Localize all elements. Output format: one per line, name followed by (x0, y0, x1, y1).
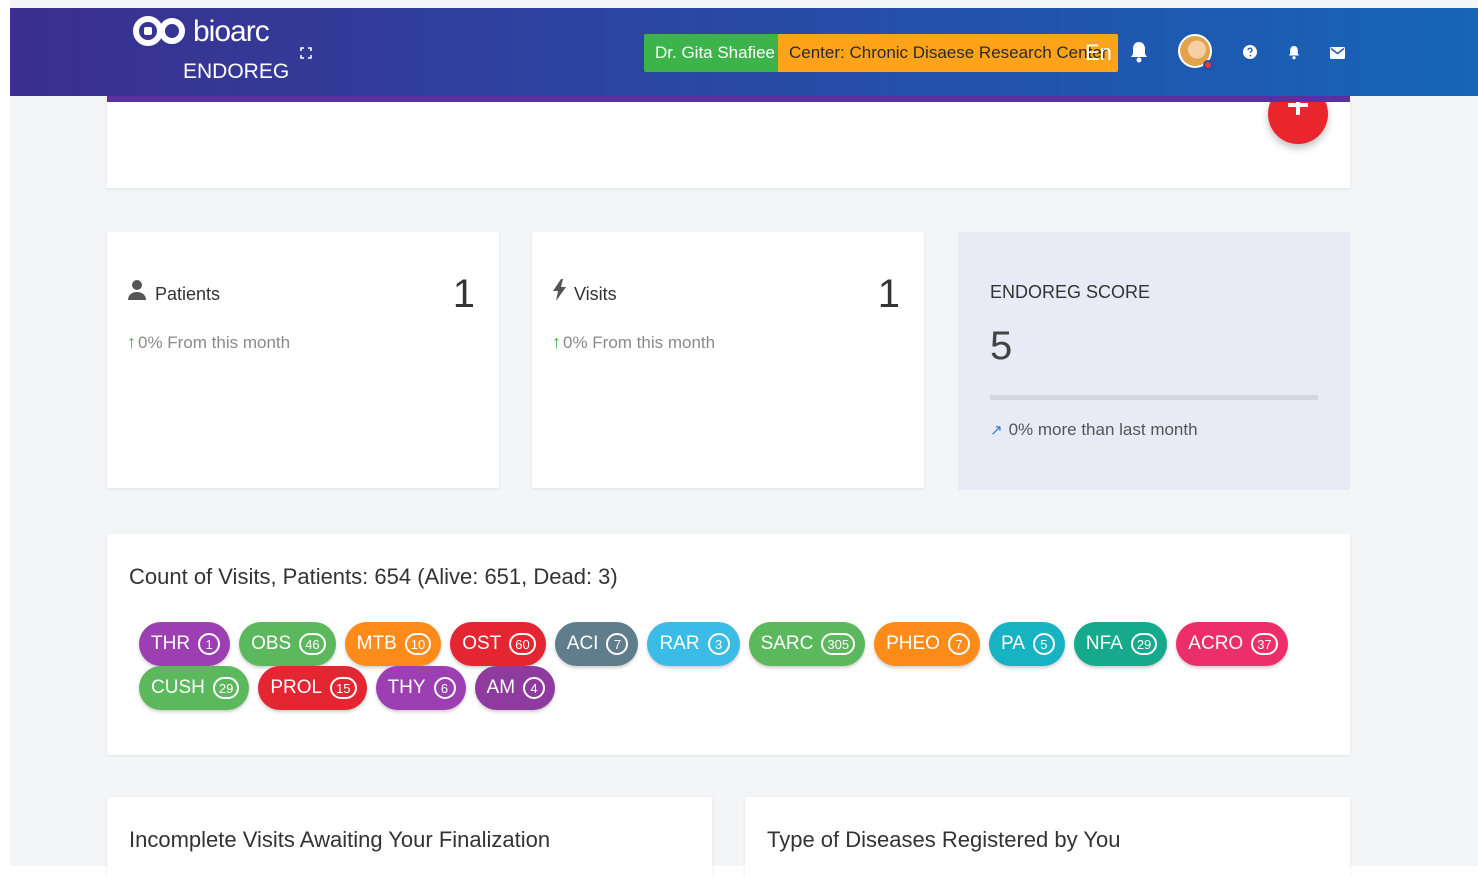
patients-value: 1 (452, 272, 475, 316)
chip-count-badge: 46 (299, 633, 326, 655)
score-title: ENDOREG SCORE (990, 282, 1151, 302)
logo-subtitle: ENDOREG (183, 60, 290, 83)
endoreg-score-card: ENDOREG SCORE 5 ↗ 0% more than last month (958, 232, 1350, 490)
visits-count-title: Count of Visits, Patients: 654 (Alive: 6… (129, 564, 618, 589)
patients-stat-card: Patients 1 ↑ 0% From this month (107, 232, 499, 488)
chip-label: THY (387, 677, 426, 698)
chip-count-badge: 1 (198, 633, 221, 655)
chip-count-badge: 29 (212, 677, 240, 699)
disease-types-card: Type of Diseases Registered by You (745, 797, 1350, 877)
chip-row-1: THR 1 OBS 46 MTB 10 OST 60 ACI 7 RAR 3 SARC 305 PHEO 7 P… (139, 622, 1288, 666)
disease-chip-pa[interactable]: PA 5 (988, 622, 1065, 666)
score-progress-bar (990, 395, 1318, 400)
disease-chip-thr[interactable]: THR 1 (139, 622, 231, 666)
chip-count-badge: 5 (1032, 633, 1055, 655)
chip-label: RAR (659, 633, 700, 654)
disease-chip-mtb[interactable]: MTB 10 (344, 622, 442, 666)
alerts-bell-icon[interactable] (1288, 45, 1300, 60)
top-panel (107, 96, 1350, 188)
chip-label: THR (151, 633, 191, 654)
language-switch[interactable]: En (1085, 40, 1112, 66)
chip-label: ACRO (1188, 633, 1244, 654)
chip-label: ACI (566, 633, 599, 654)
chip-label: NFA (1085, 633, 1123, 654)
chip-label: OBS (251, 633, 292, 654)
chip-count-badge: 7 (606, 633, 629, 655)
chip-count-badge: 29 (1130, 633, 1158, 655)
disease-types-title: Type of Diseases Registered by You (767, 827, 1121, 852)
disease-chip-aci[interactable]: ACI 7 (554, 622, 639, 666)
disease-chip-obs[interactable]: OBS 46 (239, 622, 336, 666)
visits-count-card: Count of Visits, Patients: 654 (Alive: 6… (107, 534, 1350, 755)
navbar-accent-strip (107, 96, 1350, 102)
logo-text: bioarc (193, 15, 270, 48)
chip-count-badge: 3 (707, 633, 730, 655)
chip-count-badge: 7 (947, 633, 970, 655)
chip-count-badge: 305 (821, 633, 856, 655)
chip-label: AM (486, 677, 516, 698)
disease-chip-cush[interactable]: CUSH 29 (139, 666, 250, 710)
center-badge[interactable]: Center: Chronic Disaese Research Center (778, 34, 1119, 72)
visits-label: Visits (574, 284, 617, 304)
chip-count-badge: 6 (433, 677, 456, 699)
disease-chip-nfa[interactable]: NFA 29 (1073, 622, 1168, 666)
disease-chip-rar[interactable]: RAR 3 (647, 622, 740, 666)
online-status-dot (1203, 60, 1213, 70)
chip-count-badge: 15 (330, 677, 357, 699)
disease-chip-prol[interactable]: PROL 15 (258, 666, 367, 710)
chip-label: OST (462, 633, 502, 654)
patients-trend-text: 0% From this month (138, 333, 291, 352)
disease-chip-pheo[interactable]: PHEO 7 (874, 622, 980, 666)
chip-label: CUSH (151, 677, 205, 698)
arrow-up-icon: ↑ (127, 332, 136, 352)
chip-count-badge: 37 (1251, 633, 1278, 655)
logo-mark-icon (133, 14, 191, 50)
score-value: 5 (990, 324, 1013, 368)
disease-chip-acro[interactable]: ACRO 37 (1176, 622, 1288, 666)
help-icon[interactable] (1243, 45, 1257, 59)
disease-chip-ost[interactable]: OST 60 (450, 622, 546, 666)
disease-chip-sarc[interactable]: SARC 305 (748, 622, 866, 666)
incomplete-visits-title: Incomplete Visits Awaiting Your Finaliza… (129, 827, 551, 852)
chip-row-2: CUSH 29 PROL 15 THY 6 AM 4 (139, 666, 1239, 710)
chip-label: PA (1000, 633, 1025, 654)
visits-trend-text: 0% From this month (563, 333, 716, 352)
mail-icon[interactable] (1330, 46, 1345, 59)
doctor-name-badge[interactable]: Dr. Gita Shafiee (644, 34, 787, 72)
notification-bell-icon[interactable] (1129, 40, 1149, 64)
chip-label: PHEO (886, 633, 940, 654)
incomplete-visits-card: Incomplete Visits Awaiting Your Finaliza… (107, 797, 712, 877)
arrow-up-icon: ↑ (552, 332, 561, 352)
score-trend-text: 0% more than last month (1008, 420, 1198, 439)
user-icon (128, 279, 146, 301)
chip-count-badge: 60 (509, 633, 536, 655)
visits-stat-card: Visits 1 ↑ 0% From this month (532, 232, 924, 488)
chip-count-badge: 4 (523, 677, 546, 699)
score-trend: ↗ 0% more than last month (990, 420, 1198, 440)
disease-chip-thy[interactable]: THY 6 (375, 666, 466, 710)
bolt-icon (553, 279, 571, 301)
app-logo[interactable]: bioarc (133, 14, 270, 50)
visits-value: 1 (877, 272, 900, 316)
patients-label: Patients (155, 284, 221, 304)
patients-trend: ↑ 0% From this month (127, 332, 290, 353)
disease-chip-am[interactable]: AM 4 (474, 666, 556, 710)
visits-trend: ↑ 0% From this month (552, 332, 715, 353)
chip-count-badge: 10 (404, 633, 432, 655)
chip-label: SARC (760, 633, 814, 654)
chip-label: MTB (356, 633, 397, 654)
chip-label: PROL (270, 677, 323, 698)
fullscreen-icon[interactable] (300, 47, 312, 59)
trending-up-icon: ↗ (990, 422, 1003, 439)
disease-chips: THR 1 OBS 46 MTB 10 OST 60 ACI 7 RAR 3 SARC 305 PHEO 7 P… (139, 622, 1288, 710)
